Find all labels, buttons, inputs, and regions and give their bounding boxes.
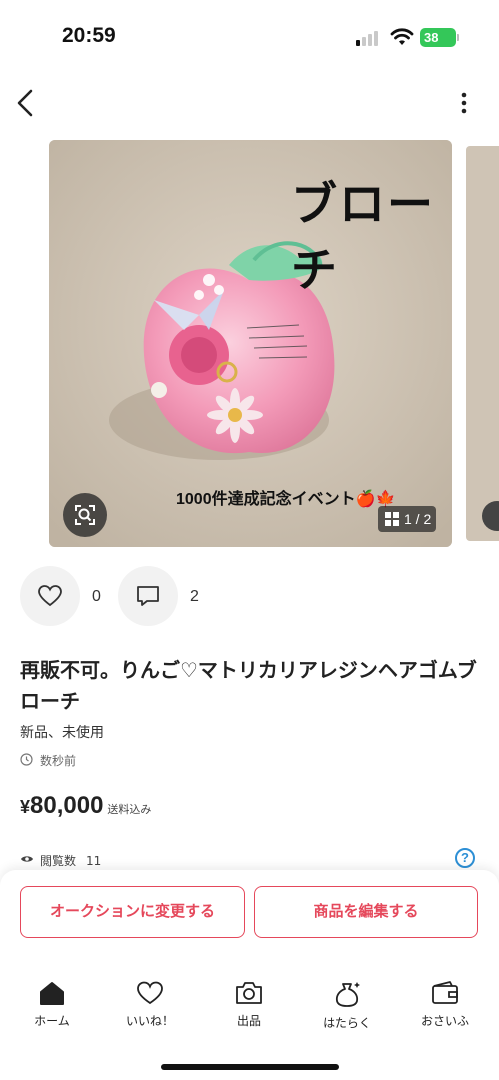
comment-count: 2 xyxy=(190,588,199,605)
price-symbol: ¥ xyxy=(20,797,31,817)
change-to-auction-button[interactable]: オークションに変更する xyxy=(20,886,245,938)
tab-bar: ホーム いいね！ 出品 はたらく おさいふ xyxy=(0,980,499,1042)
tab-sell-label: 出品 xyxy=(236,1014,261,1028)
item-actions: 0 2 xyxy=(0,566,499,628)
comment-icon xyxy=(137,586,159,606)
tab-home[interactable]: ホーム xyxy=(7,980,97,1042)
clock-icon xyxy=(20,753,33,766)
tab-wallet-label: おさいふ xyxy=(420,1014,469,1028)
photo-carousel[interactable]: ブローチ 1000件達成記念イベント🍎🍁 1 / 2 xyxy=(0,140,499,550)
eye-icon xyxy=(21,856,33,862)
views-count: 11 xyxy=(86,854,102,868)
camera-icon xyxy=(236,982,262,1004)
posted-time-text: 数秒前 xyxy=(40,754,77,768)
bottom-sheet: オークションに変更する 商品を編集する ホーム いいね！ 出品 はたらく おさい… xyxy=(0,870,499,1080)
like-button[interactable] xyxy=(20,566,80,626)
photo-counter: 1 / 2 xyxy=(378,506,436,532)
status-bar: 20:59 38 xyxy=(0,0,499,70)
wifi-icon xyxy=(390,28,414,45)
home-indicator xyxy=(161,1064,339,1070)
views-label: 閲覧数 xyxy=(40,854,77,868)
edit-item-button[interactable]: 商品を編集する xyxy=(254,886,478,938)
price-value: 80,000 xyxy=(30,792,104,819)
comment-button[interactable] xyxy=(118,566,178,626)
tab-home-label: ホーム xyxy=(34,1014,70,1028)
header xyxy=(0,80,499,126)
signal-icon xyxy=(356,30,382,46)
money-bag-icon xyxy=(335,982,360,1007)
shipping-label: 送料込み xyxy=(107,803,152,816)
tab-work-label: はたらく xyxy=(323,1016,371,1030)
tab-wallet[interactable]: おさいふ xyxy=(400,980,490,1042)
battery-indicator: 38 xyxy=(420,28,459,47)
heart-icon xyxy=(137,981,163,1005)
battery-level: 38 xyxy=(424,30,439,45)
tab-sell[interactable]: 出品 xyxy=(204,980,294,1042)
price: ¥80,000 送料込み xyxy=(20,792,151,820)
home-icon xyxy=(40,982,64,1005)
next-photo-preview[interactable] xyxy=(466,146,499,541)
posted-time: 数秒前 xyxy=(20,752,76,769)
like-count: 0 xyxy=(92,588,101,605)
item-condition: 新品、未使用 xyxy=(20,725,104,741)
scan-icon xyxy=(75,505,95,525)
photo-counter-text: 1 / 2 xyxy=(404,511,432,527)
tab-likes[interactable]: いいね！ xyxy=(105,980,195,1042)
status-time: 20:59 xyxy=(62,24,116,47)
photo-caption: 1000件達成記念イベント🍎🍁 xyxy=(176,491,396,508)
product-photo[interactable]: ブローチ 1000件達成記念イベント🍎🍁 1 / 2 xyxy=(49,140,452,547)
tab-likes-label: いいね！ xyxy=(125,1014,174,1028)
grid-icon xyxy=(385,512,399,526)
tab-work[interactable]: はたらく xyxy=(302,980,392,1042)
wallet-icon xyxy=(432,981,458,1004)
back-icon[interactable] xyxy=(12,86,42,120)
views: 閲覧数 11 xyxy=(20,852,101,869)
item-title: 再販不可。りんご♡マトリカリアレジンヘアゴムブローチ xyxy=(20,658,477,713)
lens-search-button[interactable] xyxy=(63,493,107,537)
more-icon[interactable] xyxy=(452,88,476,118)
photo-overlay-title: ブローチ xyxy=(291,178,435,296)
heart-icon xyxy=(38,585,62,607)
next-lens-button xyxy=(482,501,499,531)
help-icon[interactable]: ? xyxy=(455,848,475,868)
